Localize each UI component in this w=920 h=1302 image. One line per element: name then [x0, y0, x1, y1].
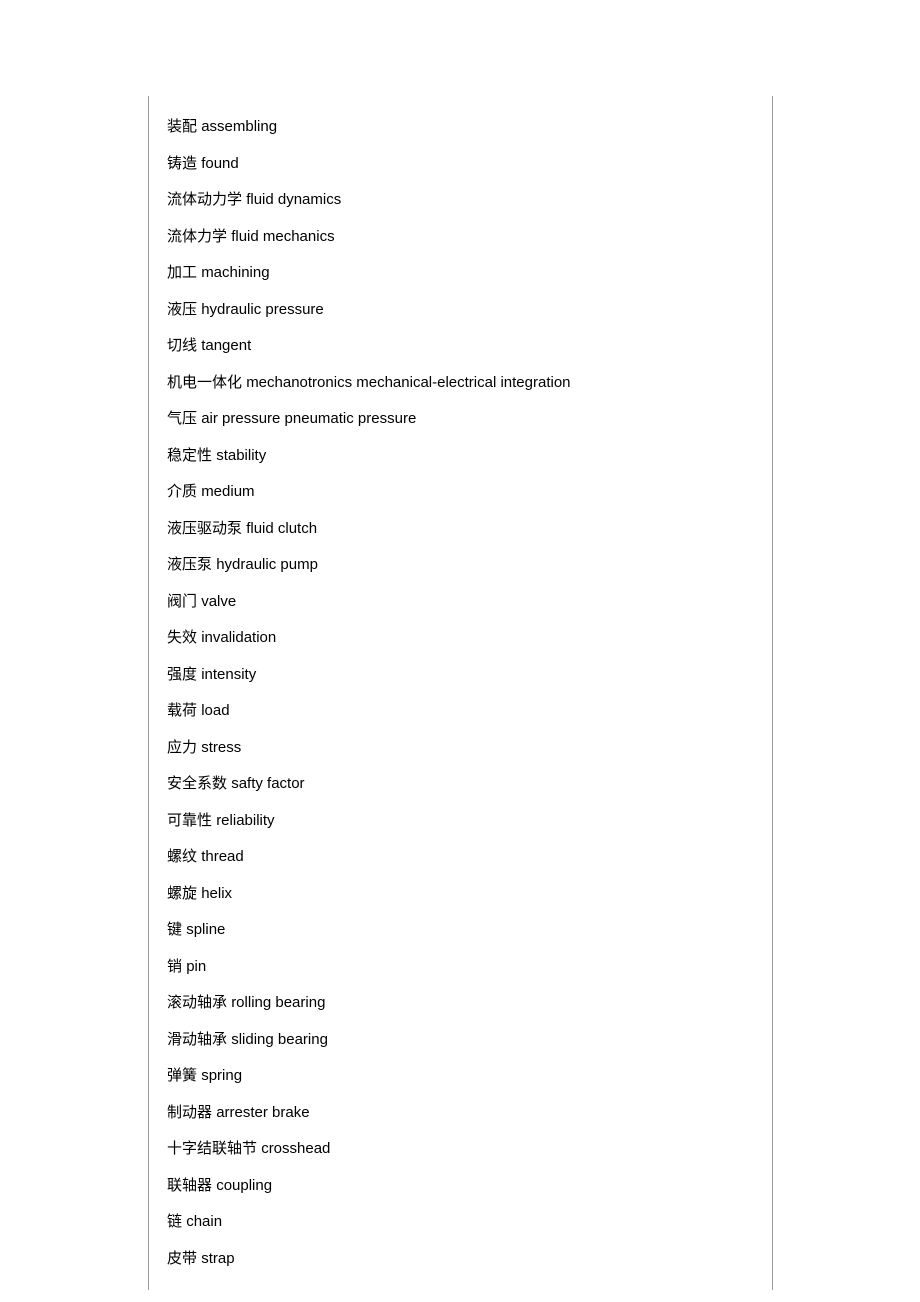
term-line: 滑动轴承 sliding bearing [167, 1031, 754, 1049]
term-chinese: 阀门 [167, 593, 197, 610]
term-chinese: 键 [167, 921, 182, 938]
document-page: 装配 assembling 铸造 found 流体动力学 fluid dynamic… [0, 0, 920, 1302]
term-line: 螺纹 thread [167, 848, 754, 866]
term-english: fluid clutch [246, 520, 317, 537]
term-english: valve [201, 593, 236, 610]
term-english: medium [201, 483, 254, 500]
term-english: helix [201, 885, 232, 902]
term-english: air pressure pneumatic pressure [201, 410, 416, 427]
term-english: hydraulic pressure [201, 301, 324, 318]
term-english: stability [216, 447, 266, 464]
term-line: 安全系数 safty factor [167, 775, 754, 793]
term-english: found [201, 155, 239, 172]
term-line: 液压泵 hydraulic pump [167, 556, 754, 574]
term-line: 皮带 strap [167, 1250, 754, 1268]
term-chinese: 链 [167, 1213, 182, 1230]
term-line: 失效 invalidation [167, 629, 754, 647]
term-line: 阀门 valve [167, 593, 754, 611]
term-line: 机电一体化 mechanotronics mechanical-electric… [167, 374, 754, 392]
term-chinese: 加工 [167, 264, 197, 281]
term-line: 十字结联轴节 crosshead [167, 1140, 754, 1158]
term-english: chain [186, 1213, 222, 1230]
term-chinese: 弹簧 [167, 1067, 197, 1084]
term-chinese: 联轴器 [167, 1177, 212, 1194]
term-english: reliability [216, 812, 274, 829]
term-english: spring [201, 1067, 242, 1084]
term-chinese: 气压 [167, 410, 197, 427]
term-english: rolling bearing [231, 994, 325, 1011]
term-chinese: 失效 [167, 629, 197, 646]
term-line: 切线 tangent [167, 337, 754, 355]
term-chinese: 机电一体化 [167, 374, 242, 391]
term-english: coupling [216, 1177, 272, 1194]
term-line: 键 spline [167, 921, 754, 939]
term-chinese: 强度 [167, 666, 197, 683]
term-line: 加工 machining [167, 264, 754, 282]
term-chinese: 切线 [167, 337, 197, 354]
term-line: 链 chain [167, 1213, 754, 1231]
term-line: 强度 intensity [167, 666, 754, 684]
term-line: 流体力学 fluid mechanics [167, 228, 754, 246]
term-chinese: 液压 [167, 301, 197, 318]
term-english: fluid dynamics [246, 191, 341, 208]
term-english: machining [201, 264, 269, 281]
term-line: 滚动轴承 rolling bearing [167, 994, 754, 1012]
term-chinese: 载荷 [167, 702, 197, 719]
term-line: 装配 assembling [167, 118, 754, 136]
term-english: fluid mechanics [231, 228, 334, 245]
term-english: intensity [201, 666, 256, 683]
term-line: 铸造 found [167, 155, 754, 173]
term-english: load [201, 702, 229, 719]
term-english: assembling [201, 118, 277, 135]
term-chinese: 滑动轴承 [167, 1031, 227, 1048]
term-line: 稳定性 stability [167, 447, 754, 465]
term-english: strap [201, 1250, 234, 1267]
term-english: arrester brake [216, 1104, 309, 1121]
term-english: tangent [201, 337, 251, 354]
term-chinese: 滚动轴承 [167, 994, 227, 1011]
term-chinese: 流体动力学 [167, 191, 242, 208]
term-line: 应力 stress [167, 739, 754, 757]
term-line: 联轴器 coupling [167, 1177, 754, 1195]
term-chinese: 稳定性 [167, 447, 212, 464]
term-chinese: 应力 [167, 739, 197, 756]
term-line: 销 pin [167, 958, 754, 976]
term-english: pin [186, 958, 206, 975]
term-line: 可靠性 reliability [167, 812, 754, 830]
term-english: stress [201, 739, 241, 756]
term-line: 制动器 arrester brake [167, 1104, 754, 1122]
term-chinese: 销 [167, 958, 182, 975]
term-chinese: 液压泵 [167, 556, 212, 573]
term-english: hydraulic pump [216, 556, 318, 573]
term-chinese: 螺纹 [167, 848, 197, 865]
term-line: 弹簧 spring [167, 1067, 754, 1085]
vocabulary-list: 装配 assembling 铸造 found 流体动力学 fluid dynamic… [148, 96, 773, 1290]
term-chinese: 介质 [167, 483, 197, 500]
term-line: 气压 air pressure pneumatic pressure [167, 410, 754, 428]
term-chinese: 安全系数 [167, 775, 227, 792]
term-chinese: 螺旋 [167, 885, 197, 902]
term-chinese: 制动器 [167, 1104, 212, 1121]
term-line: 螺旋 helix [167, 885, 754, 903]
term-chinese: 可靠性 [167, 812, 212, 829]
term-chinese: 装配 [167, 118, 197, 135]
term-english: sliding bearing [231, 1031, 328, 1048]
term-english: spline [186, 921, 225, 938]
term-line: 介质 medium [167, 483, 754, 501]
term-line: 载荷 load [167, 702, 754, 720]
term-english: safty factor [231, 775, 304, 792]
term-line: 流体动力学 fluid dynamics [167, 191, 754, 209]
term-line: 液压 hydraulic pressure [167, 301, 754, 319]
term-chinese: 十字结联轴节 [167, 1140, 257, 1157]
term-english: mechanotronics mechanical-electrical int… [246, 374, 570, 391]
term-english: invalidation [201, 629, 276, 646]
term-chinese: 皮带 [167, 1250, 197, 1267]
term-chinese: 铸造 [167, 155, 197, 172]
term-english: crosshead [261, 1140, 330, 1157]
term-chinese: 液压驱动泵 [167, 520, 242, 537]
term-english: thread [201, 848, 244, 865]
term-line: 液压驱动泵 fluid clutch [167, 520, 754, 538]
term-chinese: 流体力学 [167, 228, 227, 245]
